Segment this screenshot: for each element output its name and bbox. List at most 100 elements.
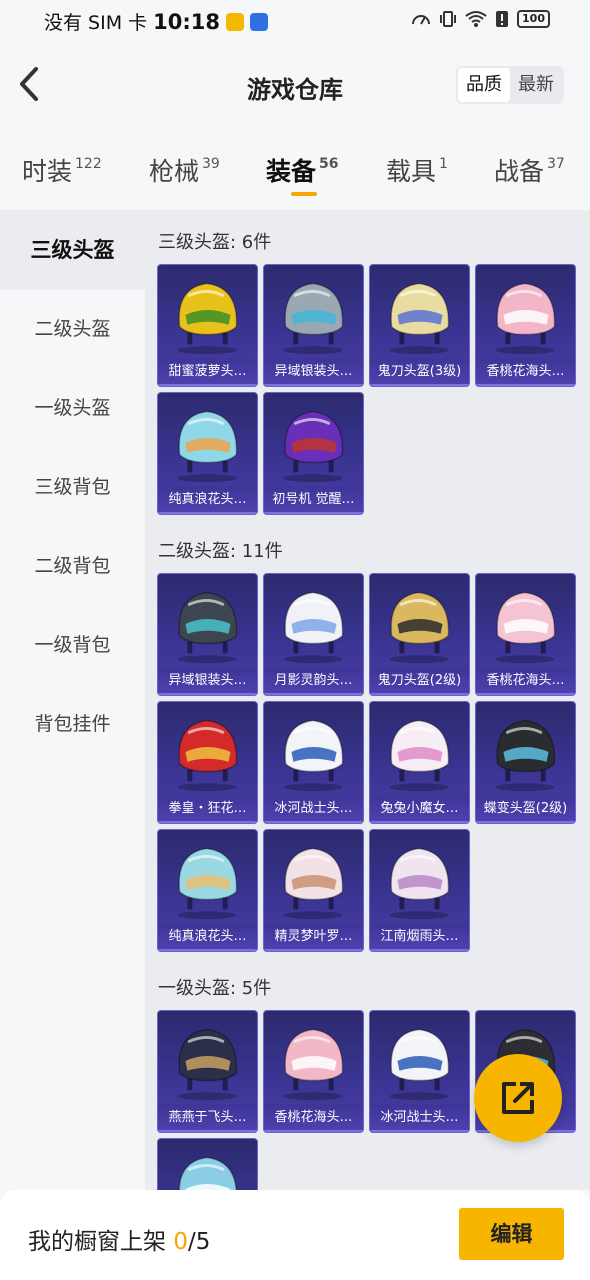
- sidebar-item-helmet-1[interactable]: 一级头盔: [0, 369, 145, 448]
- helmet-icon: [178, 1156, 237, 1190]
- open-external-button[interactable]: [474, 1054, 562, 1142]
- helmet-icon: [177, 591, 238, 664]
- card-divider: [264, 821, 363, 823]
- wifi-icon: [465, 11, 487, 27]
- helmet-icon: [389, 282, 450, 355]
- item-card[interactable]: 鬼刀头盔(2级): [369, 573, 470, 696]
- item-card[interactable]: 拳皇・狂花…: [157, 701, 258, 824]
- tab-supplies[interactable]: 战备 37: [494, 152, 565, 188]
- item-name: 拳皇・狂花…: [158, 795, 257, 823]
- card-divider: [158, 384, 257, 386]
- helmet-icon: [283, 719, 344, 792]
- card-divider: [158, 693, 257, 695]
- item-card[interactable]: 香桃花海头…: [475, 573, 576, 696]
- item-name: 燕燕于飞头…: [158, 1104, 257, 1132]
- showcase-label: 我的橱窗上架: [28, 1229, 166, 1255]
- helmet-icon: [177, 282, 238, 355]
- card-divider: [264, 384, 363, 386]
- item-card[interactable]: 鬼刀头盔(3级): [369, 264, 470, 387]
- tab-label: 装备: [266, 157, 317, 186]
- card-divider: [370, 949, 469, 951]
- app-notification-icon: [226, 12, 244, 31]
- showcase-status: 我的橱窗上架 0/5: [28, 1222, 210, 1256]
- card-divider: [264, 949, 363, 951]
- battery-icon: 100: [517, 10, 550, 28]
- section-helmet-3: 三级头盔: 6件 甜蜜菠萝头… 异域银装头… 鬼刀头盔(3级) 香桃花海头… 纯真浪花头…: [145, 210, 590, 515]
- item-card[interactable]: 兔兔小魔女…: [369, 701, 470, 824]
- sort-quality-button[interactable]: 品质: [458, 68, 510, 102]
- tab-equipment[interactable]: 装备 56: [266, 152, 339, 188]
- item-card[interactable]: 江南烟雨头…: [369, 829, 470, 952]
- app-notification-icon-2: [250, 12, 268, 31]
- item-card[interactable]: 蝶变头盔(2级): [475, 701, 576, 824]
- item-name: 纯真浪花头…: [158, 486, 257, 514]
- status-left: 没有 SIM 卡 10:18: [44, 8, 268, 35]
- sort-toggle: 品质 最新: [456, 66, 564, 104]
- item-card[interactable]: 香桃花海头…: [475, 264, 576, 387]
- section-helmet-2: 二级头盔: 11件 异域银装头… 月影灵韵头… 鬼刀头盔(2级) 香桃花海头… 拳皇・狂…: [145, 515, 590, 952]
- item-card[interactable]: 燕燕于飞头…: [157, 1010, 258, 1133]
- sidebar-item-helmet-3[interactable]: 三级头盔: [0, 210, 145, 290]
- tab-indicator: [291, 192, 317, 196]
- item-name: 蝶变头盔(2级): [476, 795, 575, 823]
- item-card[interactable]: 冰河战士头…: [369, 1010, 470, 1133]
- sidebar-item-helmet-2[interactable]: 二级头盔: [0, 290, 145, 369]
- item-card[interactable]: 纯真浪花头…: [157, 392, 258, 515]
- item-list[interactable]: 三级头盔: 6件 甜蜜菠萝头… 异域银装头… 鬼刀头盔(3级) 香桃花海头… 纯真浪花头…: [145, 210, 590, 1190]
- card-divider: [370, 693, 469, 695]
- alert-icon: [496, 11, 509, 27]
- item-name: 香桃花海头…: [476, 667, 575, 695]
- item-card[interactable]: 月影灵韵头…: [263, 573, 364, 696]
- item-card[interactable]: 香桃花海头…: [263, 1010, 364, 1133]
- helmet-icon: [389, 719, 450, 792]
- clock: 10:18: [153, 9, 220, 34]
- item-card[interactable]: 初号机 觉醒…: [263, 392, 364, 515]
- section-title: 二级头盔: 11件: [158, 541, 283, 562]
- status-bar: 没有 SIM 卡 10:18 100: [0, 0, 590, 40]
- card-divider: [158, 1130, 257, 1132]
- helmet-icon: [177, 1028, 238, 1101]
- helmet-icon: [389, 591, 450, 664]
- sidebar-item-backpack-1[interactable]: 一级背包: [0, 606, 145, 685]
- item-grid: 异域银装头… 月影灵韵头… 鬼刀头盔(2级) 香桃花海头… 拳皇・狂花… 冰河战士头… 兔兔…: [145, 573, 590, 952]
- tab-label: 载具: [386, 157, 437, 186]
- helmet-icon: [495, 282, 556, 355]
- item-card[interactable]: 甜蜜菠萝头…: [157, 264, 258, 387]
- tab-label: 枪械: [149, 157, 200, 186]
- tab-vehicles[interactable]: 载具 1: [386, 152, 448, 188]
- external-link-icon: [502, 1082, 534, 1114]
- item-card[interactable]: 纯真浪花头…: [157, 829, 258, 952]
- status-right: 100: [411, 10, 550, 28]
- edit-button[interactable]: 编辑: [459, 1208, 564, 1260]
- sort-newest-button[interactable]: 最新: [510, 68, 562, 102]
- bottom-bar: 我的橱窗上架 0/5 编辑: [0, 1190, 590, 1280]
- tab-guns[interactable]: 枪械 39: [149, 152, 220, 188]
- tab-count: 122: [75, 156, 102, 172]
- item-name: 冰河战士头…: [370, 1104, 469, 1132]
- item-card[interactable]: 异域银装头…: [157, 573, 258, 696]
- item-name: 异域银装头…: [158, 667, 257, 695]
- card-divider: [264, 1130, 363, 1132]
- tab-fashion[interactable]: 时装 122: [22, 152, 102, 188]
- item-name: 精灵梦叶罗…: [264, 923, 363, 951]
- vibrate-icon: [440, 11, 457, 27]
- card-divider: [158, 512, 257, 514]
- item-card[interactable]: 精灵梦叶罗…: [263, 829, 364, 952]
- item-card[interactable]: 冰河战士头…: [263, 701, 364, 824]
- tab-label: 战备: [494, 157, 545, 186]
- item-name: 香桃花海头…: [264, 1104, 363, 1132]
- tab-count: 1: [439, 156, 448, 172]
- helmet-icon: [389, 1028, 450, 1101]
- card-divider: [476, 384, 575, 386]
- sidebar-item-backpack-2[interactable]: 二级背包: [0, 527, 145, 606]
- item-name: 纯真浪花头…: [158, 923, 257, 951]
- card-divider: [158, 949, 257, 951]
- item-card[interactable]: [157, 1138, 258, 1190]
- sidebar-item-backpack-3[interactable]: 三级背包: [0, 448, 145, 527]
- item-name: 月影灵韵头…: [264, 667, 363, 695]
- item-card[interactable]: 异域银装头…: [263, 264, 364, 387]
- card-divider: [370, 1130, 469, 1132]
- sidebar-item-backpack-charm[interactable]: 背包挂件: [0, 685, 145, 764]
- header: 游戏仓库 品质 最新: [0, 40, 590, 140]
- tab-count: 37: [547, 156, 565, 172]
